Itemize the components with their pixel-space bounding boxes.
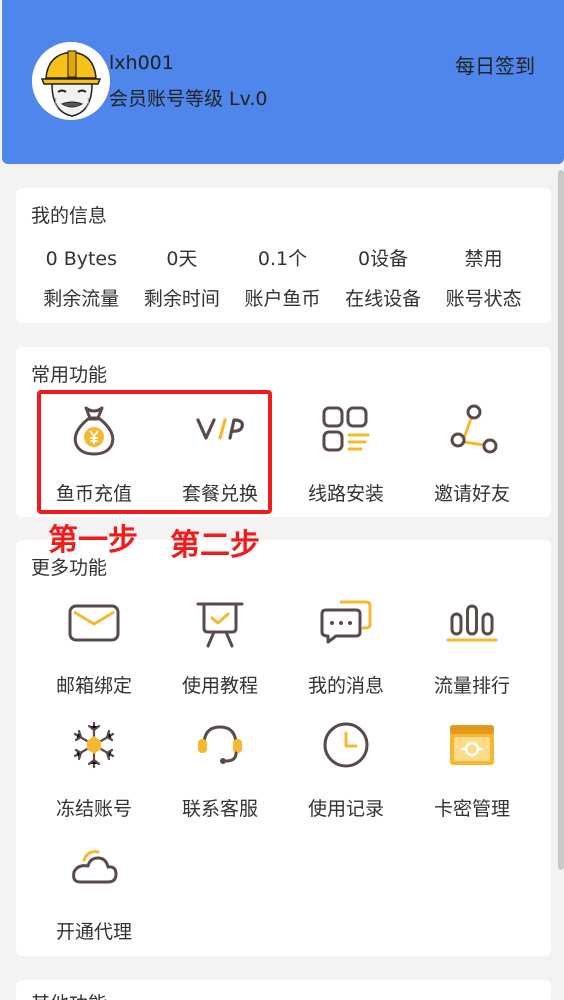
common-functions-title: 常用功能 xyxy=(31,364,108,386)
contact-support-button[interactable]: 联系客服 xyxy=(157,715,283,821)
cloud-icon xyxy=(72,850,118,884)
tutorial-button[interactable]: 使用教程 xyxy=(157,592,283,698)
annotation-highlight-box xyxy=(37,390,272,514)
stat-online-devices: 0设备 在线设备 xyxy=(333,244,434,314)
headset-icon xyxy=(198,725,242,764)
stat-coins: 0.1个 账户鱼币 xyxy=(232,244,333,314)
card-key-label: 卡密管理 xyxy=(433,798,510,820)
traffic-ranking-button[interactable]: 流量排行 xyxy=(409,592,535,698)
annotation-step-one: 第一步 xyxy=(48,523,138,558)
contact-support-label: 联系客服 xyxy=(181,798,258,820)
usage-records-label: 使用记录 xyxy=(307,798,384,820)
tutorial-label: 使用教程 xyxy=(181,675,258,697)
stat-label: 剩余时间 xyxy=(143,288,220,310)
stat-account-status: 禁用 账号状态 xyxy=(433,244,534,314)
account-level: 会员账号等级 Lv.0 xyxy=(109,88,268,110)
chat-icon xyxy=(320,600,372,644)
stat-value: 0.1个 xyxy=(257,248,308,270)
stat-label: 账户鱼币 xyxy=(244,288,321,310)
clock-icon xyxy=(323,722,369,768)
email-bind-button[interactable]: 邮箱绑定 xyxy=(31,592,157,698)
traffic-ranking-label: 流量排行 xyxy=(433,675,510,697)
stat-label: 剩余流量 xyxy=(43,288,120,310)
open-agent-label: 开通代理 xyxy=(55,921,132,943)
profile-header: lxh001 会员账号等级 Lv.0 每日签到 xyxy=(2,0,564,164)
email-bind-label: 邮箱绑定 xyxy=(55,675,132,697)
card-key-button[interactable]: 卡密管理 xyxy=(409,715,535,821)
my-messages-button[interactable]: 我的消息 xyxy=(283,592,409,698)
more-functions-card: 更多功能 邮箱绑定 使用教程 我的消息 流量排行 冻结账号 联系客服 使用记录 … xyxy=(16,540,551,956)
mail-icon xyxy=(68,604,120,642)
stat-value: 0 Bytes xyxy=(45,248,118,270)
line-install-button[interactable]: 线路安装 xyxy=(283,400,409,506)
invite-friends-label: 邀请好友 xyxy=(433,483,510,505)
share-icon xyxy=(450,404,498,454)
line-install-label: 线路安装 xyxy=(307,483,384,505)
stat-value: 0设备 xyxy=(358,248,409,270)
my-info-title: 我的信息 xyxy=(31,205,108,227)
username: lxh001 xyxy=(109,52,174,74)
invite-friends-button[interactable]: 邀请好友 xyxy=(409,400,535,506)
usage-records-button[interactable]: 使用记录 xyxy=(283,715,409,821)
daily-signin-button[interactable]: 每日签到 xyxy=(455,50,535,79)
stat-remaining-time: 0天 剩余时间 xyxy=(132,244,233,314)
grid-icon xyxy=(322,406,370,452)
snowflake-icon xyxy=(73,721,115,769)
card-key-icon xyxy=(450,725,494,765)
freeze-account-label: 冻结账号 xyxy=(55,798,132,820)
other-functions-card: 其他功能 xyxy=(16,980,551,1000)
info-stats: 0 Bytes 剩余流量 0天 剩余时间 0.1个 账户鱼币 0设备 在线设备 … xyxy=(16,244,551,314)
open-agent-button[interactable]: 开通代理 xyxy=(31,838,157,944)
stat-value: 0天 xyxy=(166,248,198,270)
my-info-card: 我的信息 0 Bytes 剩余流量 0天 剩余时间 0.1个 账户鱼币 0设备 … xyxy=(16,188,551,323)
my-messages-label: 我的消息 xyxy=(307,675,384,697)
stat-label: 账号状态 xyxy=(445,288,522,310)
avatar-image xyxy=(32,42,110,120)
stat-label: 在线设备 xyxy=(345,288,422,310)
freeze-account-button[interactable]: 冻结账号 xyxy=(31,715,157,821)
annotation-step-two: 第二步 xyxy=(170,528,260,563)
stat-remaining-traffic: 0 Bytes 剩余流量 xyxy=(31,244,132,314)
stat-value: 禁用 xyxy=(464,248,503,270)
other-functions-title: 其他功能 xyxy=(31,989,107,1000)
scrollbar[interactable] xyxy=(558,170,564,870)
ranking-icon xyxy=(446,604,498,642)
easel-icon xyxy=(196,602,244,648)
avatar[interactable] xyxy=(32,42,110,120)
